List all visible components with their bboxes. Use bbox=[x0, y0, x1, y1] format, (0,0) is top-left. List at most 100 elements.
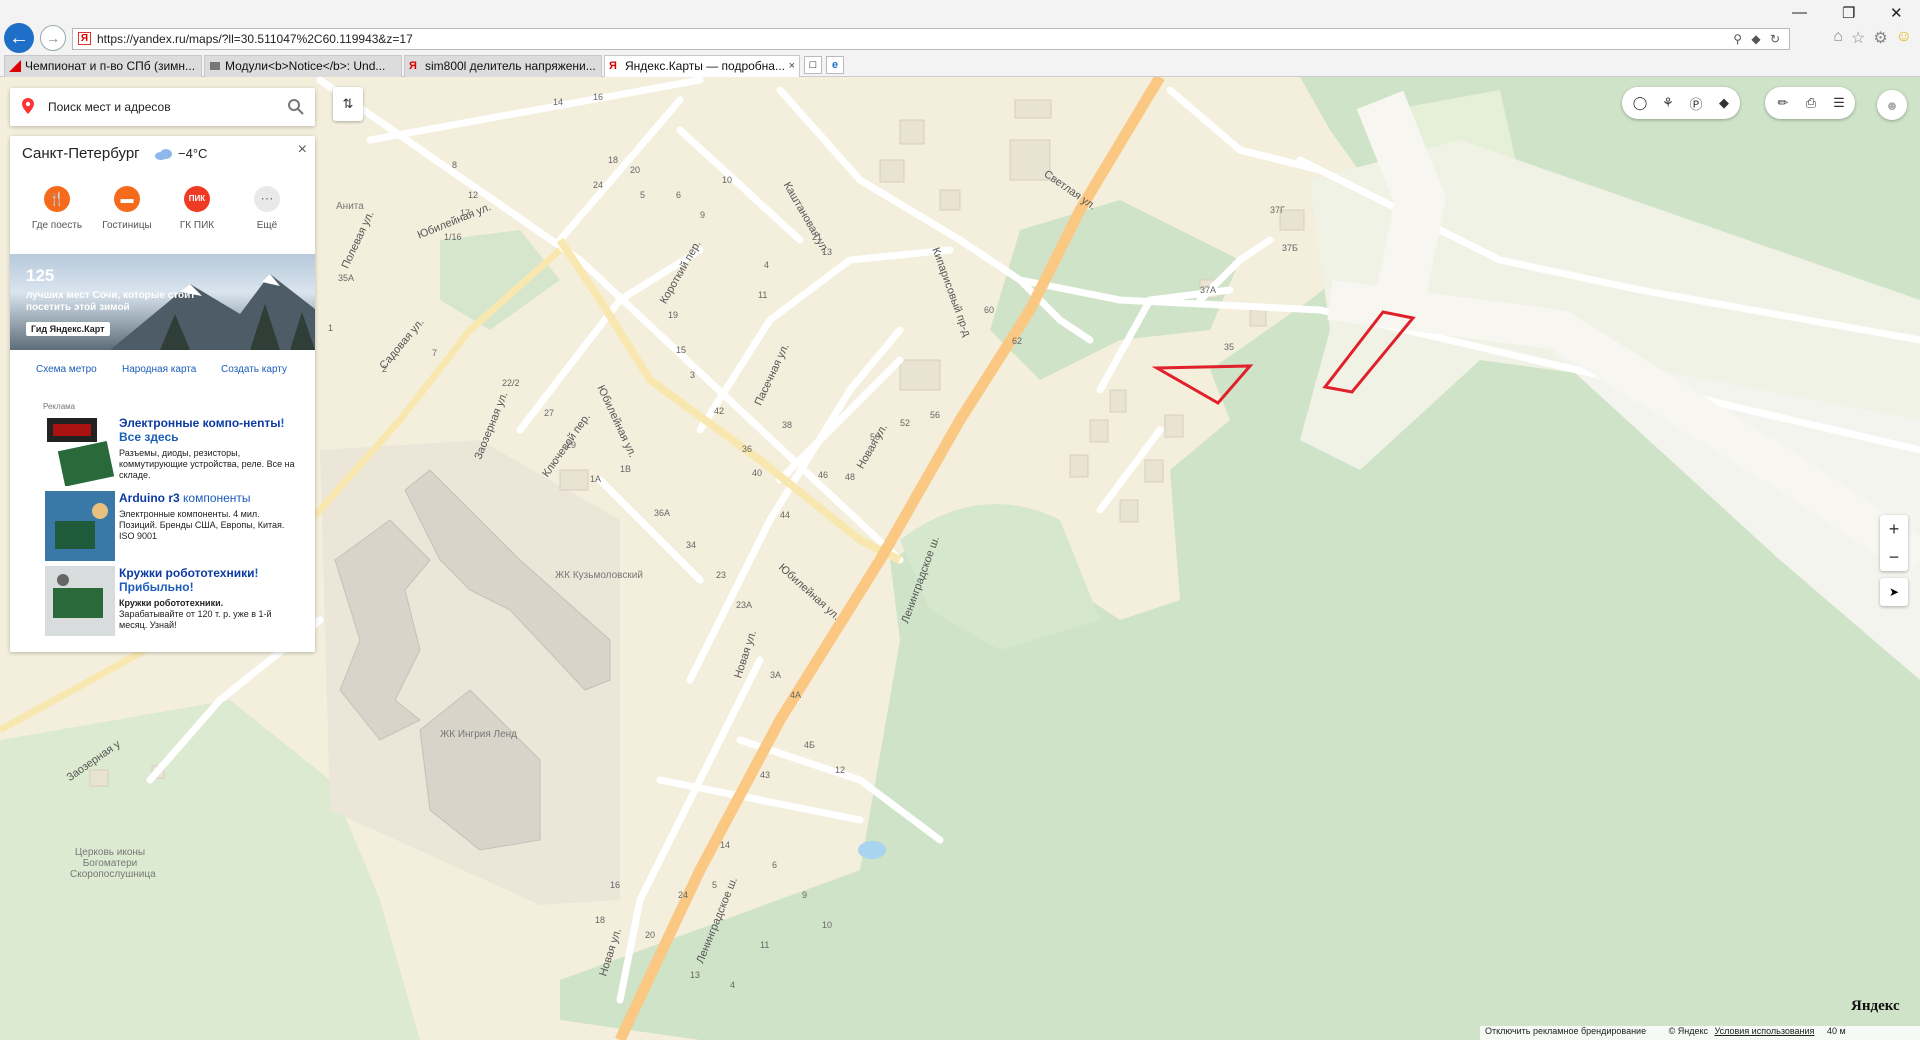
house-number: 18 bbox=[595, 915, 606, 925]
scale-label: 40 м bbox=[1826, 1026, 1846, 1036]
house-number: 10 bbox=[822, 920, 833, 930]
ad-item[interactable]: Кружки робототехники! Прибыльно! Кружки … bbox=[45, 566, 307, 640]
ad-item[interactable]: Электронные компо-нenты! Все здесь Разъе… bbox=[45, 416, 307, 486]
ad-item[interactable]: Arduino r3 компоненты Электронные компон… bbox=[45, 491, 307, 561]
branding-toggle-link[interactable]: Отключить рекламное брендирование bbox=[1485, 1026, 1646, 1036]
terms-link[interactable]: Условия использования bbox=[1715, 1026, 1815, 1036]
house-number: 11 bbox=[758, 290, 768, 300]
poi-label: ЖК Ингрия Ленд bbox=[440, 729, 518, 740]
tools-toolbar: ✏ ⎙ ☰ bbox=[1765, 87, 1855, 119]
house-number: 44 bbox=[780, 510, 791, 520]
category-pik[interactable]: ПИК ГК ПИК bbox=[162, 186, 232, 231]
star-icon[interactable]: ☆ bbox=[1851, 28, 1865, 48]
create-map-link[interactable]: Создать карту bbox=[221, 364, 287, 375]
house-number: 34 bbox=[686, 540, 697, 550]
church-label: Церковь иконы Богоматери Скоропослушница bbox=[70, 847, 156, 880]
forest-area-east bbox=[560, 77, 1920, 1040]
traffic-icon: ◯ bbox=[1632, 95, 1648, 110]
parking-button[interactable]: Ⓟ bbox=[1682, 89, 1710, 117]
tab-close-button[interactable]: × bbox=[789, 56, 795, 76]
house-number: 36А bbox=[654, 508, 671, 518]
house-number: 35 bbox=[1224, 342, 1235, 352]
house-number: 3 bbox=[690, 370, 696, 380]
transit-icon: ⚘ bbox=[1662, 95, 1674, 110]
edge-button[interactable]: e bbox=[826, 56, 844, 74]
search-icon[interactable]: ⚲ bbox=[1733, 32, 1745, 46]
ad-body-text: Зарабатывайте от 120 т. р. уже в 1-й мес… bbox=[119, 609, 272, 630]
house-number: 1А bbox=[590, 474, 602, 484]
ad-image bbox=[47, 418, 115, 486]
search-input[interactable]: Поиск мест и адресов bbox=[48, 100, 171, 114]
category-more[interactable]: ⋯ Ещё bbox=[232, 186, 302, 231]
pik-icon: ПИК bbox=[184, 186, 210, 212]
info-panel: Санкт-Петербург −4°C × 🍴 Где поесть ▬ Гост… bbox=[10, 136, 315, 652]
fork-knife-icon: 🍴 bbox=[44, 186, 70, 212]
house-number: 6 bbox=[772, 860, 778, 870]
minimize-button[interactable]: — bbox=[1792, 4, 1807, 21]
print-button[interactable]: ⎙ bbox=[1797, 89, 1825, 117]
house-number: 43 bbox=[760, 770, 771, 780]
poi-label: ЖК Кузьмоловский bbox=[555, 570, 643, 581]
category-label: Ещё bbox=[256, 220, 278, 231]
home-icon[interactable]: ⌂ bbox=[1833, 28, 1843, 48]
zoom-in-button[interactable]: + bbox=[1880, 515, 1908, 543]
transit-button[interactable]: ⚘ bbox=[1654, 89, 1682, 117]
house-number: 17 bbox=[460, 208, 471, 218]
tab-bar: Чемпионат и п-во СПб (зимн... Модули<b>N… bbox=[0, 53, 1920, 77]
profile-button[interactable]: ☻ bbox=[1877, 90, 1907, 120]
house-number: 42 bbox=[714, 406, 725, 416]
forward-button[interactable]: → bbox=[40, 25, 66, 51]
house-number: 1В bbox=[620, 464, 632, 474]
maximize-button[interactable]: ❐ bbox=[1842, 4, 1855, 22]
house-number: 4А bbox=[790, 690, 802, 700]
yandex-favicon-icon: Я bbox=[78, 32, 91, 45]
yandex-favicon-icon: Я bbox=[609, 60, 617, 72]
layers-icon: ◆ bbox=[1719, 95, 1729, 110]
house-number: 24 bbox=[593, 180, 604, 190]
house-number: 21 bbox=[812, 232, 823, 242]
gear-icon[interactable]: ⚙ bbox=[1873, 28, 1887, 48]
tab-championship[interactable]: Чемпионат и п-во СПб (зимн... bbox=[4, 55, 202, 77]
promo-banner[interactable]: 125 лучших мест Сочи, которые стоит посе… bbox=[10, 254, 315, 350]
close-panel-button[interactable]: × bbox=[298, 141, 307, 159]
tab-favicon-icon bbox=[9, 60, 21, 72]
house-number: 35А bbox=[338, 273, 355, 283]
tab-label: Модули<b>Notice</b>: Und... bbox=[225, 59, 386, 73]
banner-button[interactable]: Гид Яндекс.Карт bbox=[26, 322, 110, 336]
ruler-button[interactable]: ✏ bbox=[1769, 89, 1797, 117]
url-tools[interactable]: ⚲ ◆ ↻ bbox=[1733, 29, 1783, 49]
layers-button[interactable]: ◆ bbox=[1710, 89, 1738, 117]
house-number: 18 bbox=[608, 155, 619, 165]
city-name[interactable]: Санкт-Петербург bbox=[22, 145, 140, 162]
menu-button[interactable]: ☰ bbox=[1825, 89, 1853, 117]
category-food[interactable]: 🍴 Где поесть bbox=[22, 186, 92, 231]
zoom-out-button[interactable]: − bbox=[1880, 543, 1908, 571]
zoom-control: + − bbox=[1880, 515, 1908, 571]
refresh-icon[interactable]: ↻ bbox=[1770, 32, 1783, 46]
search-box[interactable]: Поиск мест и адресов bbox=[10, 88, 315, 126]
category-hotels[interactable]: ▬ Гостиницы bbox=[92, 186, 162, 231]
route-button[interactable]: ⇅ bbox=[333, 87, 363, 121]
ad-title: Кружки робототехники! Прибыльно! bbox=[119, 566, 299, 594]
map-pin-icon bbox=[22, 98, 34, 114]
house-number: 60 bbox=[984, 305, 995, 315]
people-map-link[interactable]: Народная карта bbox=[122, 364, 196, 375]
new-tab-button[interactable]: □ bbox=[804, 56, 822, 74]
smiley-icon[interactable]: ☺ bbox=[1896, 28, 1912, 48]
house-number: 22/2 bbox=[502, 378, 520, 388]
traffic-button[interactable]: ◯ bbox=[1626, 89, 1654, 117]
search-icon[interactable] bbox=[287, 98, 305, 116]
browser-window: ← → Я https://yandex.ru/maps/?ll=30.5110… bbox=[0, 0, 1920, 1040]
back-button[interactable]: ← bbox=[4, 23, 34, 53]
house-number: 9 bbox=[700, 210, 706, 220]
tab-sim800l[interactable]: Я sim800l делитель напряжени... bbox=[404, 55, 602, 77]
house-number: 12 bbox=[468, 190, 479, 200]
geolocation-button[interactable]: ➤ bbox=[1880, 578, 1908, 606]
menu-icon: ☰ bbox=[1833, 95, 1845, 110]
metro-map-link[interactable]: Схема метро bbox=[36, 364, 97, 375]
tab-modules[interactable]: Модули<b>Notice</b>: Und... bbox=[204, 55, 402, 77]
url-field[interactable]: Я https://yandex.ru/maps/?ll=30.511047%2… bbox=[72, 28, 1790, 50]
close-window-button[interactable]: ✕ bbox=[1890, 4, 1903, 22]
category-label: ГК ПИК bbox=[179, 220, 215, 231]
tab-yandex-maps[interactable]: Я Яндекс.Карты — подробна... × bbox=[604, 55, 800, 77]
